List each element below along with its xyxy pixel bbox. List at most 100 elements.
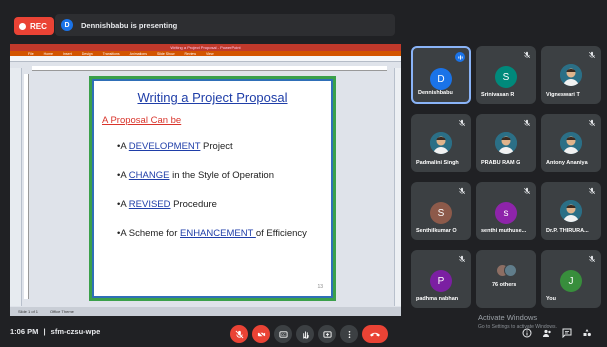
presenting-banner[interactable]: D Dennishbabu is presenting xyxy=(55,14,395,36)
mic-muted-icon xyxy=(588,119,596,127)
participant-name: Srinivasan R xyxy=(481,92,515,98)
slide-bullet-1: •A DEVELOPMENT Project xyxy=(117,141,233,152)
participant-avatar: S xyxy=(495,66,517,88)
mic-muted-icon xyxy=(458,255,466,263)
mic-toggle-button[interactable] xyxy=(230,325,248,343)
captions-icon: CC xyxy=(278,330,288,338)
recording-label: REC xyxy=(30,21,47,31)
hand-icon xyxy=(302,330,309,339)
meeting-time: 1:06 PM xyxy=(10,327,39,336)
ppt-menu-item: Home xyxy=(43,51,53,56)
participant-photo xyxy=(560,64,582,86)
participant-avatar: S xyxy=(430,202,452,224)
participant-tile[interactable]: S Srinivasan R xyxy=(476,46,536,104)
participant-name: PRABU RAM G xyxy=(481,160,521,166)
slide-inner-border: Writing a Project Proposal A Proposal Ca… xyxy=(92,79,333,298)
participant-name: 76 others xyxy=(492,282,517,288)
participant-tile[interactable]: Ppadhma nabhan xyxy=(411,250,471,308)
captions-button[interactable]: CC xyxy=(274,325,292,343)
participant-tile[interactable]: S Senthilkumar O xyxy=(411,182,471,240)
ppt-slide-panel xyxy=(10,68,22,306)
record-dot-icon xyxy=(19,22,26,30)
participant-tile[interactable]: Vigneswari T xyxy=(541,46,601,104)
slide-page-number: 13 xyxy=(317,284,323,290)
participant-photo xyxy=(430,132,452,154)
mic-muted-icon xyxy=(458,187,466,195)
participant-avatar: s xyxy=(495,202,517,224)
slide-bullet-2: •A CHANGE in the Style of Operation xyxy=(117,170,274,181)
raise-hand-button[interactable] xyxy=(296,325,314,343)
participant-avatar: D xyxy=(430,68,452,90)
participant-tile[interactable]: Antony Ananiya xyxy=(541,114,601,172)
ppt-horizontal-ruler xyxy=(32,66,387,71)
participant-photo xyxy=(560,200,582,222)
participant-avatar: P xyxy=(430,270,452,292)
participant-tile[interactable]: Dr.P. THIRURA... xyxy=(541,182,601,240)
top-bar: REC D Dennishbabu is presenting xyxy=(0,0,607,40)
ppt-status-theme: Office Theme xyxy=(50,309,74,314)
participant-name: Dr.P. THIRURA... xyxy=(546,228,589,234)
ppt-window-title: Writing a Project Proposal - PowerPoint xyxy=(10,44,401,51)
participant-name: Padmalini Singh xyxy=(416,160,459,166)
activate-windows-watermark: Activate Windows xyxy=(478,313,538,322)
participant-avatar: J xyxy=(560,270,582,292)
participant-name: Dennishbabu xyxy=(418,90,453,96)
recording-badge[interactable]: REC xyxy=(14,17,54,35)
more-options-button[interactable] xyxy=(340,325,358,343)
participant-name: Antony Ananiya xyxy=(546,160,588,166)
participant-name: You xyxy=(546,296,556,302)
mic-muted-icon xyxy=(588,255,596,263)
participant-tile[interactable]: 76 others xyxy=(476,250,536,308)
participant-name: padhma nabhan xyxy=(416,296,459,302)
meeting-info: 1:06 PM | sfm-czsu-wpe xyxy=(10,327,100,336)
meeting-separator: | xyxy=(43,327,46,336)
ppt-menu-item: Review xyxy=(184,51,196,56)
mic-muted-icon xyxy=(458,119,466,127)
slide-subheading: A Proposal Can be xyxy=(102,115,182,126)
ppt-vertical-ruler xyxy=(24,74,29,299)
ppt-menu-item: File xyxy=(28,51,34,56)
mic-muted-icon xyxy=(523,119,531,127)
participant-tile[interactable]: D Dennishbabu xyxy=(411,46,471,104)
meeting-code: sfm-czsu-wpe xyxy=(50,327,101,336)
slide-title: Writing a Project Proposal xyxy=(137,90,288,105)
mic-muted-icon xyxy=(588,187,596,195)
ppt-menu-item: Slide Show xyxy=(156,51,175,56)
slide-bullet-4: •A Scheme for ENHANCEMENT of Efficiency xyxy=(117,228,307,239)
chat-icon[interactable] xyxy=(562,328,572,338)
ppt-scrollbar[interactable] xyxy=(394,68,401,306)
people-icon[interactable] xyxy=(542,328,552,338)
svg-text:CC: CC xyxy=(281,332,286,336)
activities-icon[interactable] xyxy=(582,328,592,338)
slide-bullet-3: •A REVISED Procedure xyxy=(117,199,217,210)
participant-name: Vigneswari T xyxy=(546,92,580,98)
ppt-menu-item: View xyxy=(205,51,214,56)
participant-tile[interactable]: PRABU RAM G xyxy=(476,114,536,172)
presenting-text: Dennishbabu is presenting xyxy=(81,20,178,30)
mic-muted-icon xyxy=(588,51,596,59)
ppt-status-slide: Slide 1 of 1 xyxy=(18,309,39,314)
participant-tile[interactable]: J You xyxy=(541,250,601,308)
ppt-menu-item: Insert xyxy=(62,51,72,56)
shared-screen: Writing a Project Proposal - PowerPoint … xyxy=(10,44,401,316)
participant-tile[interactable]: s senthi muthuse... xyxy=(476,182,536,240)
participant-tile[interactable]: Padmalini Singh xyxy=(411,114,471,172)
ppt-status-bar: Slide 1 of 1 Office Theme xyxy=(10,307,401,316)
mic-muted-icon xyxy=(523,51,531,59)
info-icon[interactable] xyxy=(522,328,532,338)
participant-name: Senthilkumar O xyxy=(416,228,457,234)
participant-photo xyxy=(560,132,582,154)
presenter-avatar: D xyxy=(61,19,73,31)
speaking-indicator-icon xyxy=(455,52,465,62)
camera-off-icon xyxy=(257,330,265,338)
presentation-slide: Writing a Project Proposal A Proposal Ca… xyxy=(89,76,336,301)
present-icon xyxy=(322,330,332,338)
hang-up-icon xyxy=(370,332,380,337)
camera-toggle-button[interactable] xyxy=(252,325,270,343)
more-vert-icon xyxy=(348,330,350,338)
others-avatar-stack xyxy=(496,264,517,277)
participant-name: senthi muthuse... xyxy=(481,228,527,234)
leave-call-button[interactable] xyxy=(362,325,388,343)
present-screen-button[interactable] xyxy=(318,325,336,343)
mic-muted-icon xyxy=(523,187,531,195)
